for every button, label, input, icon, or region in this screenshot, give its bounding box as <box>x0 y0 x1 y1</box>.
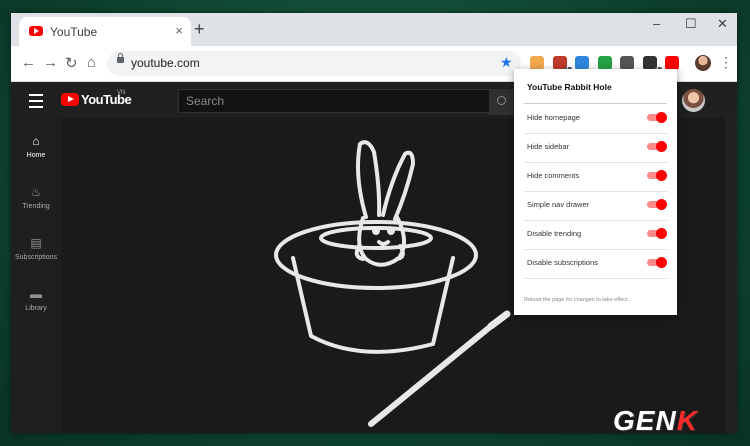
search-input[interactable]: Search <box>186 94 224 108</box>
guide-label: Library <box>25 305 47 312</box>
rabbit-right-ear <box>381 150 415 221</box>
address-bar[interactable]: youtube.com ★ <box>107 51 521 76</box>
library-icon: ▬ <box>30 287 42 301</box>
home-icon: ⌂ <box>32 134 40 148</box>
guide-sidebar: ⌂ Home ♨ Trending ▤ Subscriptions ▬ Libr… <box>11 118 61 433</box>
guide-label: Home <box>26 152 46 159</box>
dictionary-extension-icon[interactable]: 1 <box>552 56 572 74</box>
popup-title: YouTube Rabbit Hole <box>527 82 612 92</box>
toggle-switch[interactable] <box>647 257 667 268</box>
lock-icon <box>117 53 124 63</box>
rabbit-nose <box>377 240 390 246</box>
search-box[interactable]: Search <box>178 89 490 113</box>
reload-button[interactable]: ↻ <box>65 54 78 72</box>
option-label: Disable trending <box>527 229 582 238</box>
genk-watermark-logo: GENK <box>613 405 698 437</box>
toggle-switch[interactable] <box>647 112 667 123</box>
subscriptions-icon: ▤ <box>30 236 42 250</box>
guide-item-home[interactable]: ⌂ Home <box>11 134 61 159</box>
guide-label: Subscriptions <box>14 254 58 261</box>
tab-title: YouTube <box>50 25 98 39</box>
guide-label: Trending <box>22 203 50 210</box>
page-scrollbar[interactable] <box>725 118 737 433</box>
toggle-switch[interactable] <box>647 199 667 210</box>
hat-body-shape <box>291 256 455 354</box>
search-button[interactable] <box>489 89 517 115</box>
mail-extension-icon[interactable] <box>530 56 544 70</box>
bookmark-star-icon[interactable]: ★ <box>500 54 513 71</box>
rabbit-left-eye <box>372 227 380 235</box>
rabbit-hole-popup: YouTube Rabbit Hole Hide homepage Hide s… <box>514 69 677 315</box>
magic-wand-tip <box>487 310 511 330</box>
option-label: Hide sidebar <box>527 142 570 151</box>
rabbit-right-eye <box>387 227 395 235</box>
option-simple-nav-drawer[interactable]: Simple nav drawer <box>524 191 667 221</box>
option-hide-comments[interactable]: Hide comments <box>524 162 667 192</box>
home-button[interactable]: ⌂ <box>87 54 96 71</box>
j-extension-icon[interactable] <box>575 56 589 70</box>
youtube-account-avatar[interactable] <box>682 89 705 112</box>
qr-extension-icon[interactable] <box>620 56 634 70</box>
youtube-favicon-icon <box>29 26 43 36</box>
puzzle-extension-icon[interactable]: 1 <box>642 56 662 74</box>
watermark-accent: K <box>676 405 698 436</box>
option-label: Simple nav drawer <box>527 200 590 209</box>
browser-window: YouTube × + – ☐ ✕ ← → ↻ ⌂ youtube.com ★ … <box>11 13 737 433</box>
option-label: Hide comments <box>527 171 580 180</box>
youtube-logo-icon[interactable] <box>61 93 79 106</box>
back-button[interactable]: ← <box>21 54 36 71</box>
toggle-switch[interactable] <box>647 170 667 181</box>
forward-button[interactable]: → <box>43 54 58 71</box>
toggle-switch[interactable] <box>647 228 667 239</box>
tab-close-icon[interactable]: × <box>175 23 183 38</box>
youtube-rabbit-hole-icon[interactable] <box>665 56 679 70</box>
close-window-button[interactable]: ✕ <box>717 16 728 32</box>
popup-note: Reload the page for changes to take effe… <box>524 297 630 303</box>
guide-item-subscriptions[interactable]: ▤ Subscriptions <box>11 236 61 261</box>
option-hide-sidebar[interactable]: Hide sidebar <box>524 133 667 163</box>
option-hide-homepage[interactable]: Hide homepage <box>524 104 667 134</box>
profile-avatar[interactable] <box>695 55 711 71</box>
minimize-button[interactable]: – <box>653 16 660 31</box>
option-disable-trending[interactable]: Disable trending <box>524 220 667 250</box>
rabbit-left-ear <box>356 140 382 219</box>
new-tab-button[interactable]: + <box>194 19 205 40</box>
option-label: Disable subscriptions <box>527 258 598 267</box>
browser-menu-icon[interactable]: ⋮ <box>719 54 733 71</box>
watermark-text: GEN <box>613 405 677 436</box>
guide-item-library[interactable]: ▬ Library <box>11 287 61 312</box>
option-disable-subscriptions[interactable]: Disable subscriptions <box>524 249 667 279</box>
tab-strip: YouTube × + – ☐ ✕ <box>11 13 737 46</box>
option-label: Hide homepage <box>527 113 580 122</box>
whatsapp-extension-icon[interactable] <box>597 56 612 70</box>
maximize-button[interactable]: ☐ <box>685 16 697 32</box>
guide-item-trending[interactable]: ♨ Trending <box>11 185 61 210</box>
url-text[interactable]: youtube.com <box>131 56 200 70</box>
toggle-switch[interactable] <box>647 141 667 152</box>
country-code: VN <box>117 90 126 96</box>
trending-icon: ♨ <box>30 185 42 199</box>
tab-youtube[interactable]: YouTube × <box>19 17 191 46</box>
hamburger-menu-icon[interactable] <box>29 94 43 108</box>
